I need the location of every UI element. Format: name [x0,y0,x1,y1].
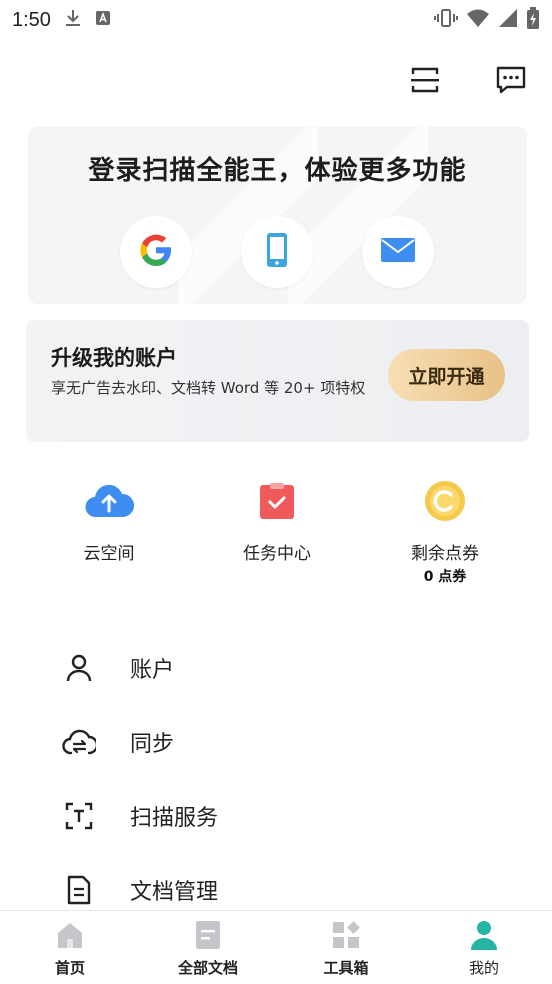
coupon-coin-icon [380,479,510,523]
phone-login-button[interactable] [241,216,313,288]
status-time: 1:50 [12,8,51,31]
profile-icon [429,919,539,951]
menu-list: 账户 同步 扫描服务 文档管理 [26,618,529,918]
document-icon [62,873,96,907]
menu-item-sync[interactable]: 同步 [26,712,529,772]
google-login-button[interactable] [120,216,192,288]
nav-all-documents[interactable]: 全部文档 [153,919,263,978]
menu-item-scan-service[interactable]: 扫描服务 [26,786,529,846]
cloud-space-button[interactable]: 云空间 [44,479,174,564]
scan-text-icon [62,799,96,833]
menu-item-account[interactable]: 账户 [26,638,529,698]
coupon-count: 0 点券 [423,569,467,585]
vibrate-icon [434,8,458,32]
content-area: 登录扫描全能王，体验更多功能 升级我的账户 享无广告去水印、文档转 Word 等… [0,120,552,918]
upgrade-card[interactable]: 升级我的账户 享无广告去水印、文档转 Word 等 20+ 项特权 立即开通 [26,320,529,442]
upgrade-title: 升级我的账户 [51,346,177,370]
all-docs-icon [153,919,263,951]
task-center-label: 任务中心 [243,544,311,564]
activate-now-button[interactable]: 立即开通 [388,349,505,401]
status-bar: 1:50 [0,0,552,40]
remaining-coupons-button[interactable]: 剩余点券 0 点券 [380,479,510,586]
cloud-space-label: 云空间 [83,544,135,564]
scan-icon[interactable] [409,64,441,96]
nav-toolbox[interactable]: 工具箱 [291,919,401,978]
wifi-icon [466,8,490,32]
upgrade-description: 享无广告去水印、文档转 Word 等 20+ 项特权 [51,379,366,397]
nav-all-documents-label: 全部文档 [177,959,238,977]
google-icon [138,232,174,272]
menu-label-scan-service: 扫描服务 [130,806,219,831]
message-icon[interactable] [495,64,527,96]
bottom-navigation: 首页 全部文档 工具箱 我的 [0,910,552,984]
menu-label-document-management: 文档管理 [130,880,219,905]
task-center-icon [212,479,342,523]
signal-icon [498,8,518,32]
top-bar [0,40,552,120]
menu-label-sync: 同步 [130,732,175,757]
nav-home-label: 首页 [54,959,85,977]
home-icon [15,919,125,951]
nav-profile[interactable]: 我的 [429,919,539,978]
login-title[interactable]: 登录扫描全能王，体验更多功能 [28,150,527,187]
battery-icon [526,7,540,33]
a-icon [95,10,111,30]
user-icon [62,651,96,685]
mail-icon [380,236,416,268]
toolbox-icon [291,919,401,951]
email-login-button[interactable] [362,216,434,288]
cloud-upload-icon [44,479,174,523]
remaining-coupons-label: 剩余点券 [411,544,479,564]
menu-label-account: 账户 [130,658,175,683]
nav-profile-label: 我的 [468,959,499,977]
cloud-sync-icon [62,725,96,759]
login-card: 登录扫描全能王，体验更多功能 [28,126,527,304]
phone-icon [262,232,292,272]
task-center-button[interactable]: 任务中心 [212,479,342,564]
quick-actions-card: 云空间 任务中心 剩余点券 0 点券 [26,455,529,605]
nav-toolbox-label: 工具箱 [323,959,369,977]
nav-home[interactable]: 首页 [15,919,125,978]
download-icon [65,8,81,32]
